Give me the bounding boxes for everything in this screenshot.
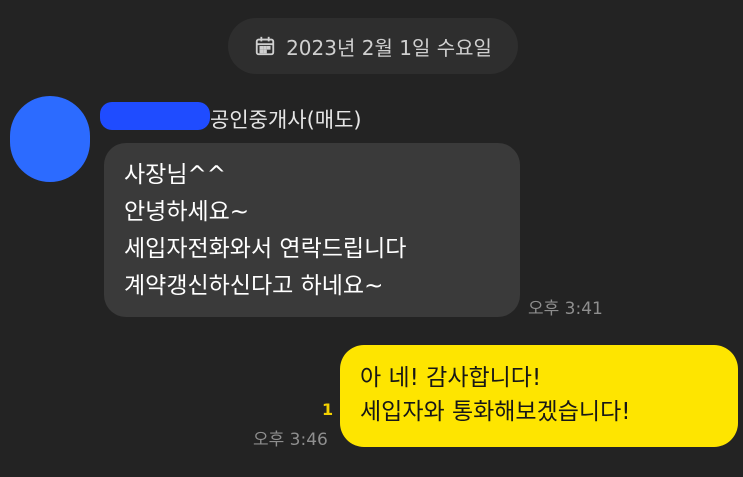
message-line: 아 네! 감사합니다! (360, 365, 542, 391)
calendar-icon (255, 36, 275, 56)
message-line: 계약갱신하신다고 하네요~ (124, 273, 384, 299)
redaction-mark (100, 102, 210, 130)
incoming-message-bubble[interactable]: 사장님^^ 안녕하세요~ 세입자전화와서 연락드립니다 계약갱신하신다고 하네요… (104, 143, 520, 317)
incoming-timestamp: 오후 3:41 (528, 299, 603, 319)
date-text: 2023년 2월 1일 수요일 (286, 35, 492, 60)
message-line: 안녕하세요~ (124, 199, 250, 225)
sender-name-text: 공인중개사(매도) (210, 108, 362, 132)
outgoing-timestamp: 오후 3:46 (253, 430, 328, 450)
sender-avatar[interactable] (10, 96, 90, 182)
outgoing-message-bubble[interactable]: 아 네! 감사합니다! 세입자와 통화해보겠습니다! (340, 345, 738, 447)
unread-count: 1 (322, 400, 334, 419)
date-divider: 2023년 2월 1일 수요일 (228, 18, 518, 74)
message-line: 세입자와 통화해보겠습니다! (360, 399, 631, 425)
message-line: 세입자전화와서 연락드립니다 (124, 236, 407, 262)
message-line: 사장님^^ (124, 162, 227, 188)
